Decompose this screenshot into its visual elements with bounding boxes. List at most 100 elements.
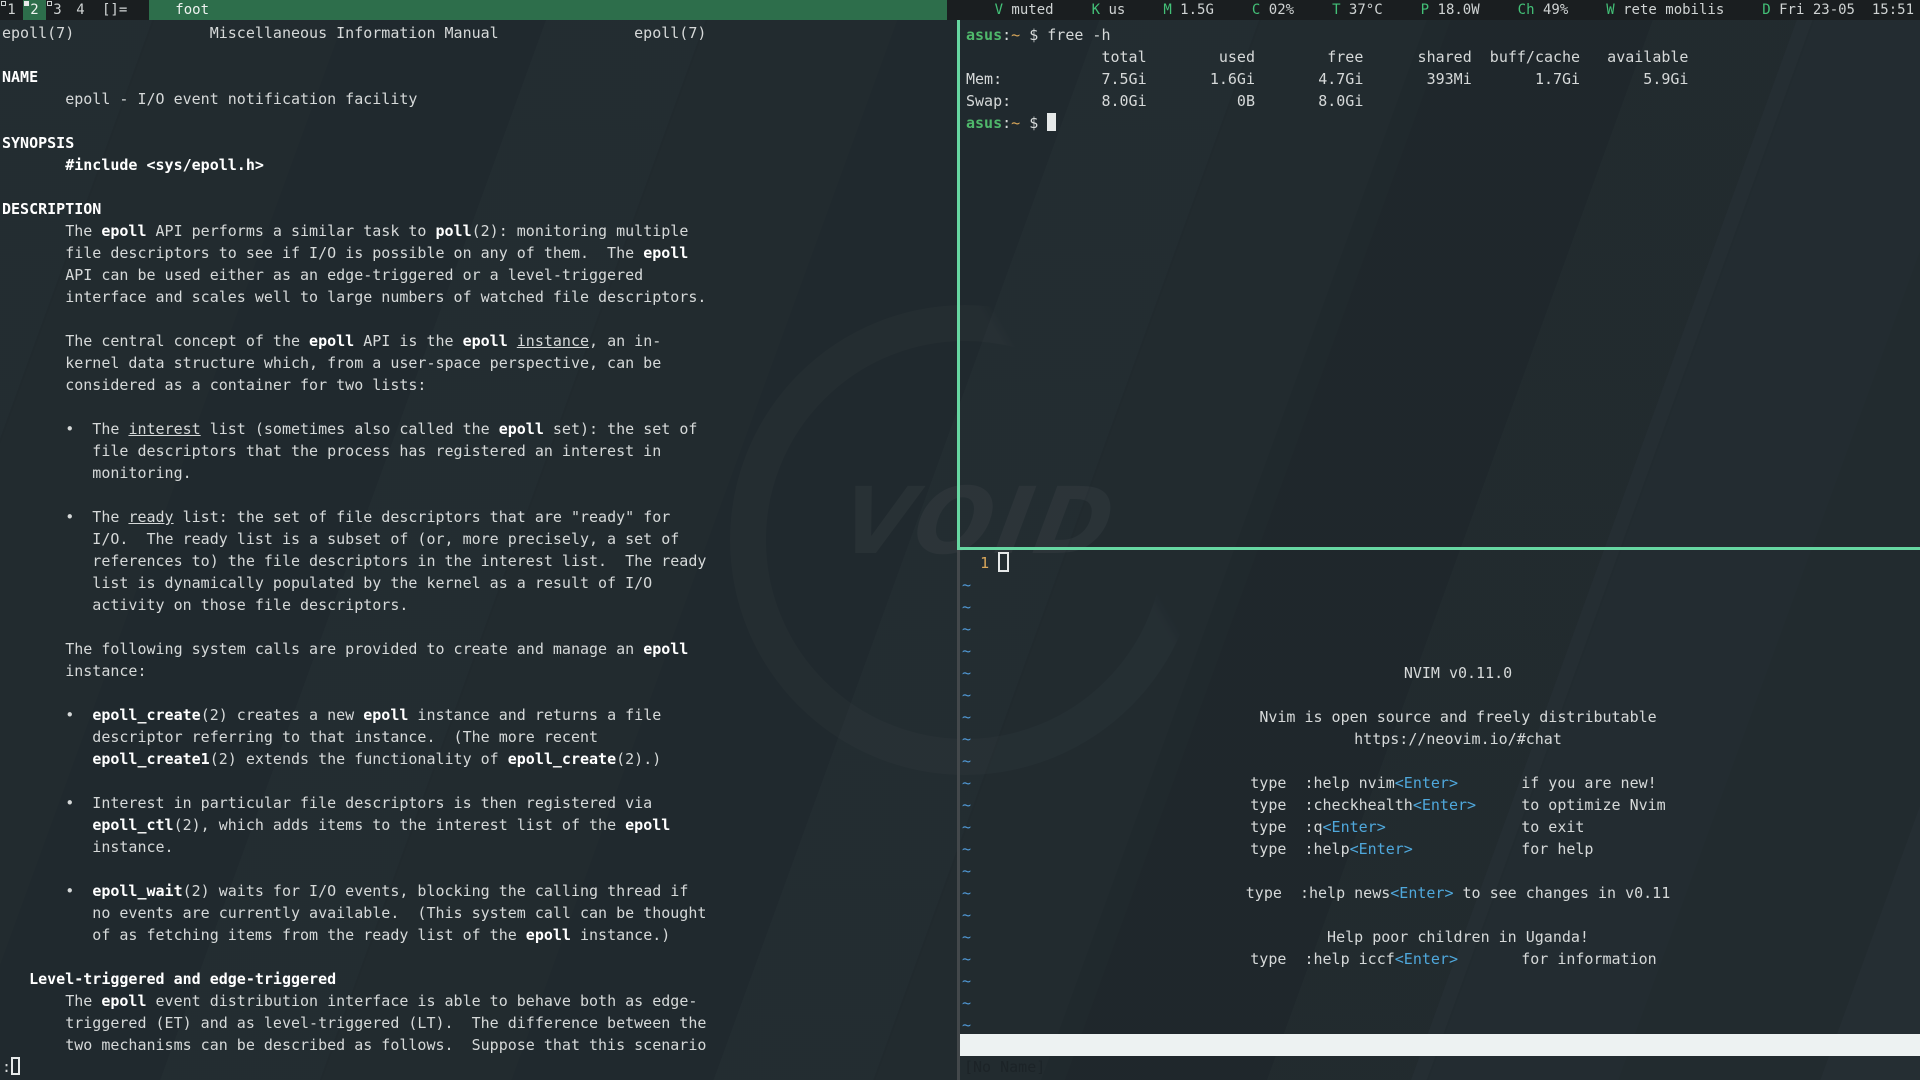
status-item-W: W rete mobilis [1606,0,1724,20]
workspace-tag-3[interactable]: 3 [46,0,69,20]
text-segment: NAME [2,68,38,86]
text-segment: • [2,706,92,724]
terminal-cursor [1047,113,1056,131]
text-segment: to see changes in v0.11 [1453,884,1670,902]
tag-occupied-indicator [24,1,29,6]
status-key: D [1762,2,1770,18]
status-bar: 1234 []= foot V mutedK usM 1.5GC 02%T 37… [0,0,1920,20]
text-segment: The central concept of the [2,332,309,350]
text-segment: (2), which adds items to the interest li… [174,816,626,834]
tag-occupied-indicator [47,1,52,6]
nvim-intro-line: Nvim is open source and freely distribut… [998,706,1918,728]
status-value: 37°C [1341,2,1383,18]
text-segment: type :help [1250,840,1349,858]
focused-window-border-bottom [957,547,1920,550]
status-item-C: C 02% [1252,0,1294,20]
status-value: us [1100,2,1125,18]
status-item-P: P 18.0W [1421,0,1480,20]
workspace-tag-2[interactable]: 2 [23,0,46,20]
text-segment: if you are new! [1458,774,1666,792]
text-segment: API performs a similar task to [147,222,436,240]
text-segment: Level-triggered and edge-triggered [29,970,336,988]
shell-output-line: Swap: 8.0Gi 0B 8.0Gi [966,90,1688,112]
man-line: references to) the file descriptors in t… [2,550,706,572]
nvim-tilde: ~ [962,640,971,662]
text-segment: descriptor referring to that instance. (… [2,728,598,746]
man-line: interface and scales well to large numbe… [2,286,706,308]
nvim-intro-line: type :q<Enter> to exit [998,816,1918,838]
text-segment: to optimize Nvim [1476,796,1666,814]
status-item-V: V muted [995,0,1054,20]
shell-terminal[interactable]: asus:~ $ free -h total used free shared … [960,20,1920,547]
text-segment: epoll [643,640,688,658]
status-value: rete mobilis [1615,2,1725,18]
man-line [2,484,706,506]
text-segment: list (sometimes also called the [201,420,499,438]
text-segment: (2): monitoring multiple [472,222,689,240]
text-segment: #include <sys/epoll.h> [65,156,264,174]
text-segment: considered as a container for two lists: [2,376,426,394]
man-line: triggered (ET) and as level-triggered (L… [2,1012,706,1034]
man-page-terminal[interactable]: epoll(7) Miscellaneous Information Manua… [0,20,957,1080]
text-segment: <Enter> [1323,818,1386,836]
status-key: Ch [1518,2,1535,18]
tag-label: 1 [7,2,15,18]
text-segment: type :help nvim [1250,774,1395,792]
man-line [2,770,706,792]
text-segment: epoll - I/O event notification facility [2,90,417,108]
nvim-tilde: ~ [962,948,971,970]
text-segment: epoll [526,926,571,944]
text-segment: , an in- [589,332,661,350]
man-line: API can be used either as an edge-trigge… [2,264,706,286]
window-title: foot [149,0,946,20]
prompt-user: asus [966,114,1002,132]
nvim-window[interactable]: 1 ~~~~~~~~~~~~~~~~~~~~~NVIM v0.11.0Nvim … [960,550,1920,1080]
text-segment: ready [128,508,173,526]
status-item-K: K us [1092,0,1126,20]
text-segment: SYNOPSIS [2,134,74,152]
man-line: The epoll API performs a similar task to… [2,220,706,242]
nvim-tilde: ~ [962,684,971,706]
nvim-tilde: ~ [962,772,971,794]
text-segment: type :help news [1246,884,1391,902]
text-segment: • Interest in particular file descriptor… [2,794,652,812]
text-segment: <Enter> [1395,774,1458,792]
man-line: instance: [2,660,706,682]
man-line [2,44,706,66]
text-segment: epoll(7) Miscellaneous Information Manua… [2,24,706,42]
text-segment: • The [2,508,128,526]
status-key: V [995,2,1003,18]
nvim-tilde: ~ [962,882,971,904]
workspace-tag-1[interactable]: 1 [0,0,23,20]
man-line: no events are currently available. (This… [2,902,706,924]
man-line [2,176,706,198]
man-line: #include <sys/epoll.h> [2,154,706,176]
line-number-pad [989,554,998,572]
layout-symbol[interactable]: []= [92,0,139,20]
nvim-intro-line: https://neovim.io/#chat [998,728,1918,750]
text-segment [2,156,65,174]
bar-tags: 1234 [0,0,92,20]
prompt-path: ~ [1011,114,1020,132]
nvim-tilde: ~ [962,662,971,684]
text-segment: epoll_create1 [92,750,209,768]
text-segment: poll [435,222,471,240]
text-segment: file descriptors to see if I/O is possib… [2,244,643,262]
text-segment: activity on those file descriptors. [2,596,408,614]
text-segment: API is the [354,332,462,350]
man-line: • epoll_create(2) creates a new epoll in… [2,704,706,726]
text-segment: The [2,222,101,240]
man-line: I/O. The ready list is a subset of (or, … [2,528,706,550]
man-line: The central concept of the epoll API is … [2,330,706,352]
tag-occupied-indicator [1,1,6,6]
text-segment [2,750,92,768]
status-key: P [1421,2,1429,18]
text-segment: type :q [1250,818,1322,836]
text-segment: <Enter> [1413,796,1476,814]
man-line: • Interest in particular file descriptor… [2,792,706,814]
text-segment: epoll_create [508,750,616,768]
text-segment: list is dynamically populated by the ker… [2,574,652,592]
text-segment [508,332,517,350]
workspace-tag-4[interactable]: 4 [69,0,92,20]
man-line: activity on those file descriptors. [2,594,706,616]
